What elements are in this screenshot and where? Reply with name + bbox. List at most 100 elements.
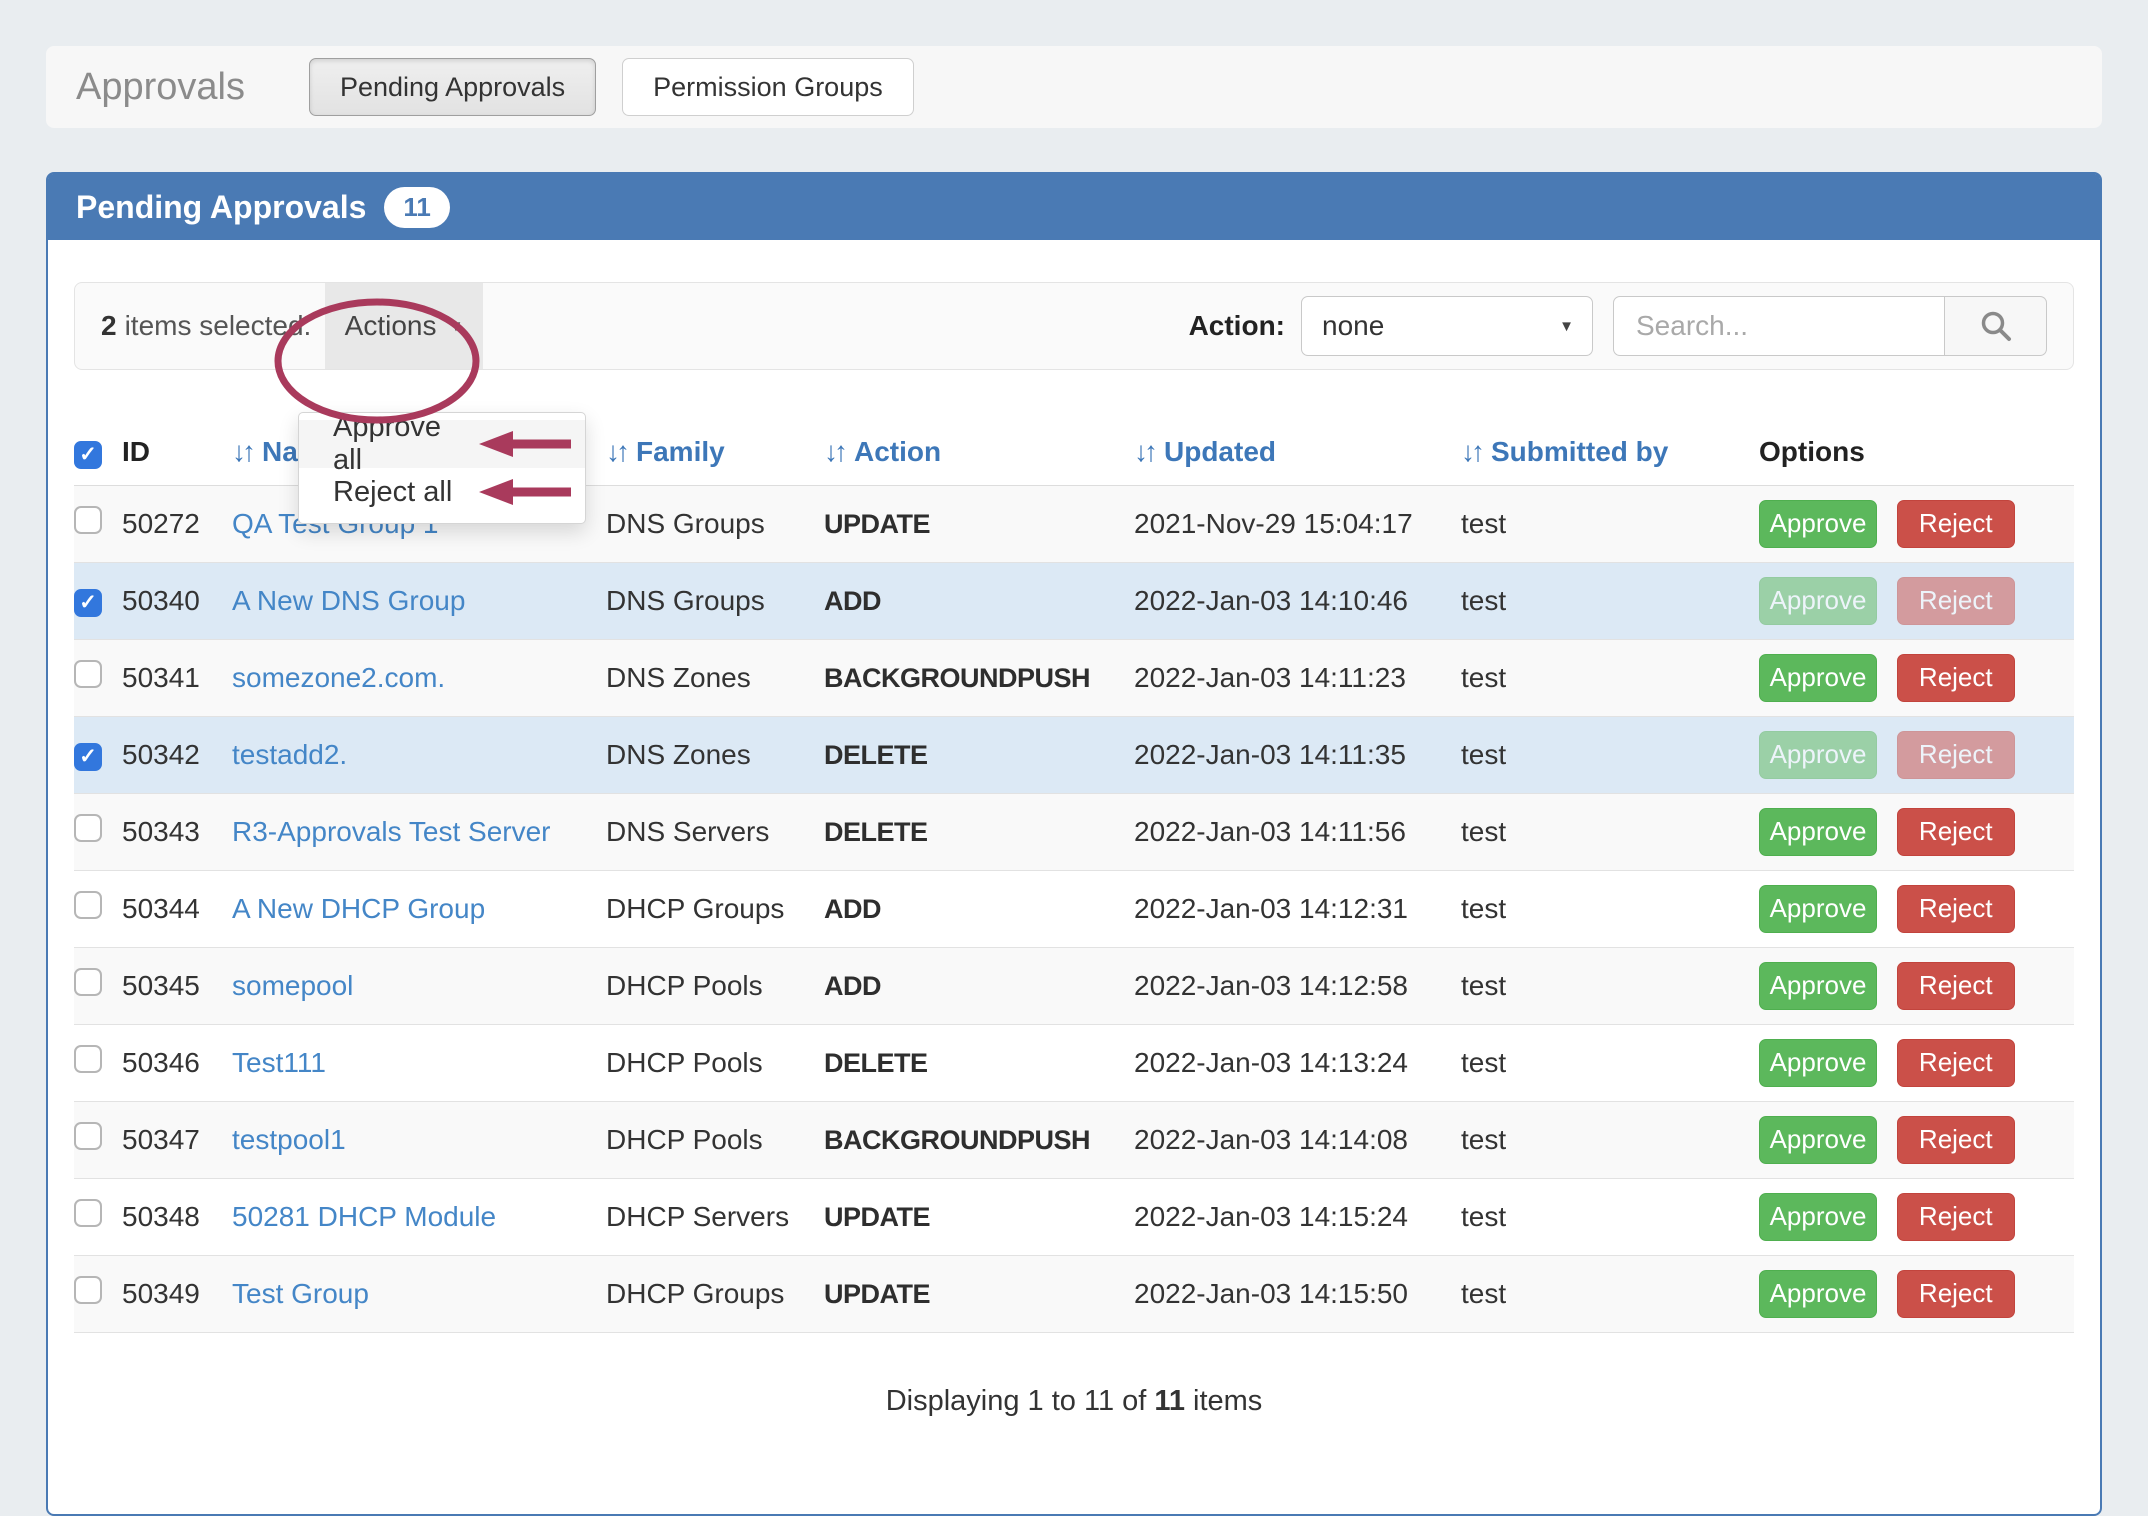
row-family: DHCP Groups [606,893,784,924]
approvals-table-body: ✓ 50272 QA Test Group 1 DNS Groups UPDAT… [74,485,2074,1332]
menu-item-reject-all[interactable]: Reject all [299,468,585,516]
row-id: 50343 [122,816,200,847]
row-submitted-by: test [1461,508,1506,539]
reject-button[interactable]: Reject [1897,500,2015,548]
row-family: DHCP Servers [606,1201,789,1232]
column-header-family[interactable]: ↓↑Family [606,424,824,485]
row-action: ADD [824,586,881,616]
reject-button[interactable]: Reject [1897,885,2015,933]
row-updated: 2022-Jan-03 14:13:24 [1134,1047,1408,1078]
check-icon: ✓ [79,746,97,767]
row-checkbox[interactable]: ✓ [74,506,102,534]
menu-item-approve-all[interactable]: Approve all [299,420,585,468]
reject-button[interactable]: Reject [1897,1039,2015,1087]
reject-button[interactable]: Reject [1897,808,2015,856]
row-id: 50340 [122,585,200,616]
row-updated: 2022-Jan-03 14:12:58 [1134,970,1408,1001]
reject-button[interactable]: Reject [1897,577,2015,625]
caret-down-icon: ▼ [1559,319,1574,334]
table-row: ✓ 50346 Test111 DHCP Pools DELETE 2022-J… [74,1024,2074,1101]
row-checkbox[interactable]: ✓ [74,1199,102,1227]
row-updated: 2022-Jan-03 14:14:08 [1134,1124,1408,1155]
row-updated: 2022-Jan-03 14:12:31 [1134,893,1408,924]
row-checkbox[interactable]: ✓ [74,743,102,771]
selected-count: 2 [101,310,117,341]
row-name-link[interactable]: testpool1 [232,1124,346,1155]
reject-button[interactable]: Reject [1897,731,2015,779]
approve-button[interactable]: Approve [1759,1039,1877,1087]
annotation-arrow-icon [477,477,573,507]
row-submitted-by: test [1461,1047,1506,1078]
action-filter-label: Action: [1189,310,1285,342]
table-row: ✓ 50349 Test Group DHCP Groups UPDATE 20… [74,1255,2074,1332]
row-name-link[interactable]: A New DHCP Group [232,893,485,924]
row-updated: 2022-Jan-03 14:11:56 [1134,816,1406,847]
row-submitted-by: test [1461,1124,1506,1155]
row-checkbox[interactable]: ✓ [74,968,102,996]
row-name-link[interactable]: R3-Approvals Test Server [232,816,551,847]
search-group [1613,296,2047,356]
actions-dropdown-button[interactable]: Actions ▼ [325,283,483,369]
approve-button[interactable]: Approve [1759,1193,1877,1241]
search-input[interactable] [1613,296,1945,356]
approve-button[interactable]: Approve [1759,962,1877,1010]
pending-approvals-panel: Pending Approvals 11 2items selected. Ac… [46,172,2102,1516]
panel-body: 2items selected. Actions ▼ Action: none … [48,282,2100,1514]
row-submitted-by: test [1461,1201,1506,1232]
row-family: DNS Groups [606,508,765,539]
row-name-link[interactable]: A New DNS Group [232,585,465,616]
row-action: DELETE [824,1048,928,1078]
top-bar: Approvals Pending Approvals Permission G… [46,46,2102,128]
row-family: DNS Servers [606,816,769,847]
row-name-link[interactable]: somepool [232,970,353,1001]
table-row: ✓ 50341 somezone2.com. DNS Zones BACKGRO… [74,639,2074,716]
count-badge: 11 [384,187,450,228]
column-header-updated[interactable]: ↓↑Updated [1134,424,1461,485]
approve-button[interactable]: Approve [1759,731,1877,779]
tab-permission-groups[interactable]: Permission Groups [622,58,914,116]
row-id: 50342 [122,739,200,770]
column-header-action[interactable]: ↓↑Action [824,424,1134,485]
row-name-link[interactable]: testadd2. [232,739,347,770]
row-updated: 2022-Jan-03 14:15:24 [1134,1201,1408,1232]
column-header-submitted-by[interactable]: ↓↑Submitted by [1461,424,1759,485]
row-checkbox[interactable]: ✓ [74,891,102,919]
approve-button[interactable]: Approve [1759,1116,1877,1164]
row-checkbox[interactable]: ✓ [74,1276,102,1304]
table-row: ✓ 50340 A New DNS Group DNS Groups ADD 2… [74,562,2074,639]
reject-button[interactable]: Reject [1897,654,2015,702]
row-id: 50341 [122,662,200,693]
row-checkbox[interactable]: ✓ [74,1122,102,1150]
approve-button[interactable]: Approve [1759,654,1877,702]
approve-button[interactable]: Approve [1759,808,1877,856]
approve-button[interactable]: Approve [1759,1270,1877,1318]
row-action: DELETE [824,817,928,847]
action-filter-select[interactable]: none ▼ [1301,296,1593,356]
approve-button[interactable]: Approve [1759,885,1877,933]
search-button[interactable] [1945,296,2047,356]
check-icon: ✓ [79,444,97,465]
select-all-checkbox[interactable]: ✓ [74,441,102,469]
toolbar: 2items selected. Actions ▼ Action: none … [74,282,2074,370]
reject-button[interactable]: Reject [1897,1270,2015,1318]
row-checkbox[interactable]: ✓ [74,589,102,617]
check-icon: ✓ [79,592,97,613]
pagination-status: Displaying 1 to 11 of11items [74,1385,2074,1418]
row-checkbox[interactable]: ✓ [74,1045,102,1073]
row-name-link[interactable]: Test111 [232,1047,326,1078]
approve-button[interactable]: Approve [1759,577,1877,625]
row-checkbox[interactable]: ✓ [74,660,102,688]
panel-heading: Pending Approvals 11 [48,174,2100,240]
row-name-link[interactable]: Test Group [232,1278,369,1309]
approve-button[interactable]: Approve [1759,500,1877,548]
row-checkbox[interactable]: ✓ [74,814,102,842]
annotation-arrow-icon [477,429,573,459]
row-name-link[interactable]: 50281 DHCP Module [232,1201,496,1232]
reject-button[interactable]: Reject [1897,962,2015,1010]
toolbar-right: Action: none ▼ [1189,296,2073,356]
sort-icon: ↓↑ [824,436,844,467]
tab-pending-approvals[interactable]: Pending Approvals [309,58,596,116]
reject-button[interactable]: Reject [1897,1193,2015,1241]
reject-button[interactable]: Reject [1897,1116,2015,1164]
row-name-link[interactable]: somezone2.com. [232,662,445,693]
